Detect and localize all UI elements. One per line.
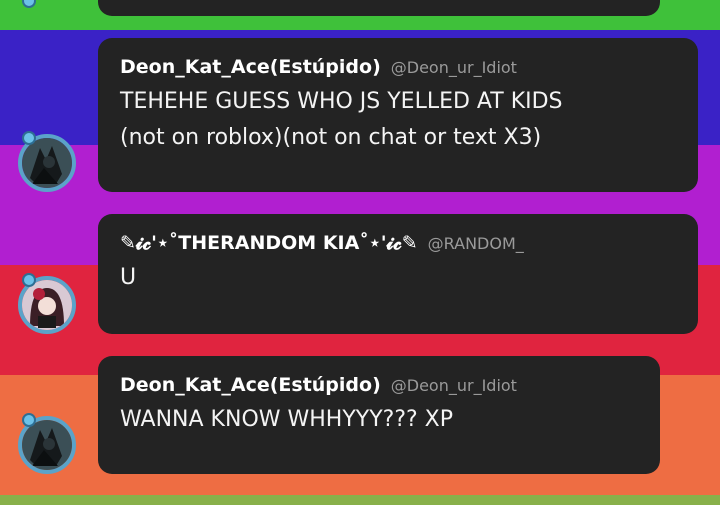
avatar-status-dot xyxy=(22,413,36,427)
message-bubble[interactable]: ✎𝓲𝓬'⋆˚THERANDOM KIA˚⋆'𝓲𝓬✎ @RANDOM_ U xyxy=(98,214,698,334)
message-line: (not on roblox)(not on chat or text X3) xyxy=(120,125,542,150)
author-handle[interactable]: @Deon_ur_Idiot xyxy=(391,58,517,77)
author-handle[interactable]: @Deon_ur_Idiot xyxy=(391,376,517,395)
message-line: U xyxy=(120,265,137,290)
message-text: U xyxy=(120,260,676,296)
message-text: TEHEHE GUESS WHO JS YELLED AT KIDS (not … xyxy=(120,84,676,156)
author-name[interactable]: ✎𝓲𝓬'⋆˚THERANDOM KIA˚⋆'𝓲𝓬✎ xyxy=(120,232,418,254)
dark-character-avatar-icon xyxy=(22,138,72,188)
dark-character-avatar-icon xyxy=(22,420,72,470)
message-header: ✎𝓲𝓬'⋆˚THERANDOM KIA˚⋆'𝓲𝓬✎ @RANDOM_ xyxy=(120,232,676,254)
message-line: TEHEHE GUESS WHO JS YELLED AT KIDS xyxy=(120,89,563,114)
author-name[interactable]: Deon_Kat_Ace(Estúpido) xyxy=(120,374,381,396)
message-header: Deon_Kat_Ace(Estúpido) @Deon_ur_Idiot xyxy=(120,374,638,396)
avatar-status-dot xyxy=(22,131,36,145)
message-line: WANNA KNOW WHHYYY??? XP xyxy=(120,407,454,432)
message-bubble[interactable]: Deon_Kat_Ace(Estúpido) @Deon_ur_Idiot WA… xyxy=(98,356,660,474)
background-band-bottom xyxy=(0,495,720,505)
anime-girl-avatar-icon xyxy=(22,280,72,330)
author-handle[interactable]: @RANDOM_ xyxy=(428,234,524,253)
previous-message-bubble[interactable] xyxy=(98,0,660,16)
message-header: Deon_Kat_Ace(Estúpido) @Deon_ur_Idiot xyxy=(120,56,676,78)
author-name[interactable]: Deon_Kat_Ace(Estúpido) xyxy=(120,56,381,78)
message-bubble[interactable]: Deon_Kat_Ace(Estúpido) @Deon_ur_Idiot TE… xyxy=(98,38,698,192)
avatar-status-dot xyxy=(22,273,36,287)
message-text: WANNA KNOW WHHYYY??? XP xyxy=(120,402,638,438)
